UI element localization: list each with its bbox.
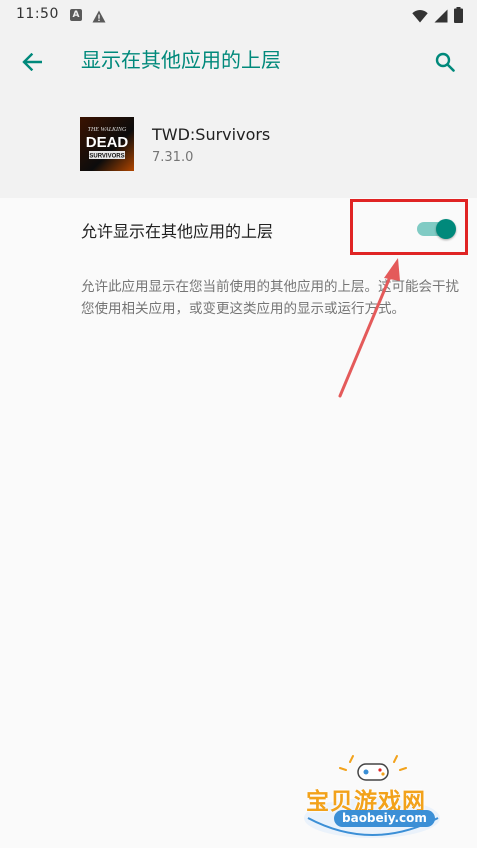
- screen: 11:50 A 显示在其他应用的上层 THE WALKING DEAD SURV…: [0, 0, 477, 848]
- wifi-icon: [412, 8, 428, 27]
- status-icons: [412, 7, 463, 27]
- warning-icon: [92, 8, 106, 27]
- app-version: 7.31.0: [152, 150, 194, 165]
- watermark-url: baobeiy.com: [334, 810, 435, 827]
- search-button[interactable]: [427, 44, 463, 80]
- highlight-box: [350, 199, 468, 255]
- back-button[interactable]: [14, 44, 50, 80]
- app-icon-top-text: THE WALKING: [88, 127, 127, 133]
- notification-a-icon: A: [70, 9, 82, 21]
- search-icon: [435, 52, 455, 72]
- app-icon-bottom-text: SURVIVORS: [89, 154, 124, 160]
- annotation-arrow: [338, 258, 400, 398]
- signal-icon: [434, 8, 448, 27]
- battery-icon: [454, 7, 463, 27]
- watermark-logo: 宝贝游戏网 baobeiy.com: [298, 752, 448, 842]
- page-title: 显示在其他应用的上层: [81, 48, 281, 72]
- setting-label: 允许显示在其他应用的上层: [81, 222, 274, 241]
- status-bar: 11:50 A: [0, 0, 477, 30]
- status-time: 11:50: [16, 6, 59, 22]
- app-name: TWD:Survivors: [152, 125, 271, 144]
- app-info-header: 显示在其他应用的上层 THE WALKING DEAD SURVIVORS TW…: [0, 30, 477, 198]
- app-icon-main-text: DEAD: [86, 134, 129, 151]
- app-icon: THE WALKING DEAD SURVIVORS: [80, 117, 134, 171]
- arrow-left-icon: [22, 53, 42, 71]
